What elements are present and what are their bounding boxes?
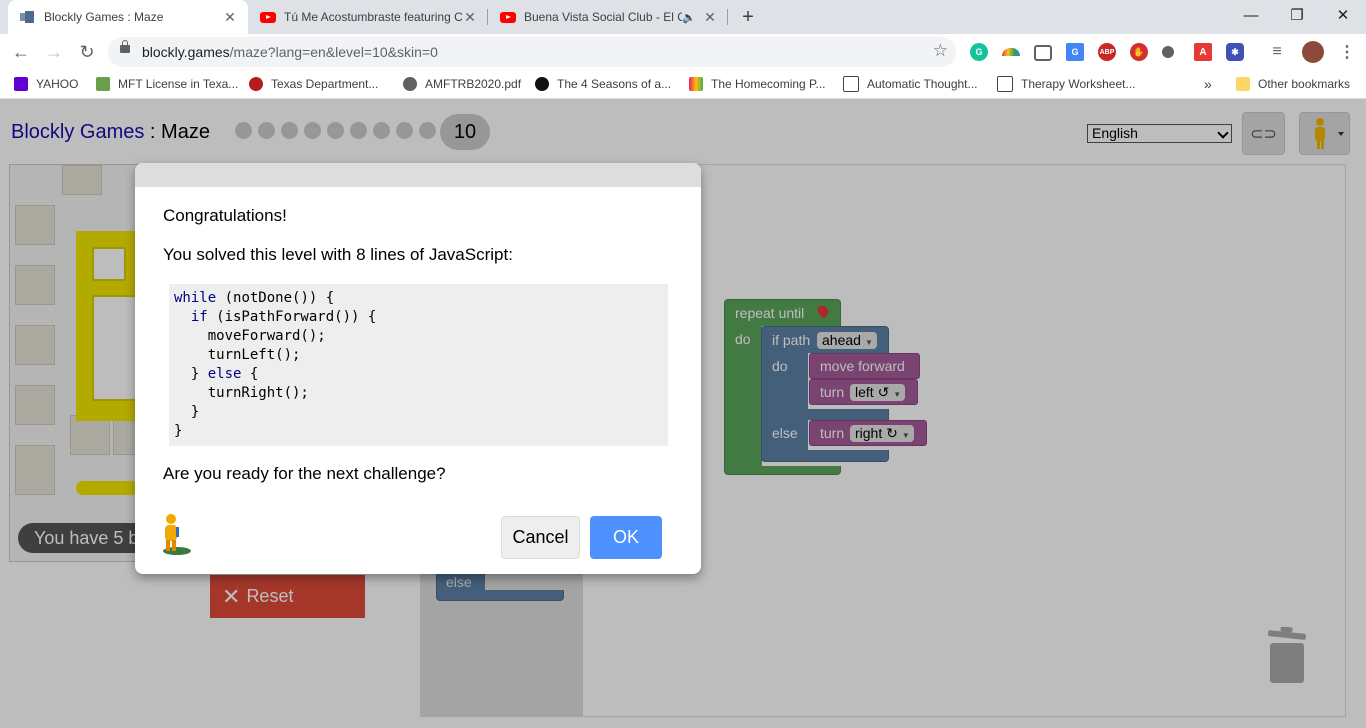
- address-bar[interactable]: blockly.games/maze?lang=en&level=10&skin…: [108, 37, 956, 67]
- bookmarks-overflow-button[interactable]: »: [1204, 75, 1212, 93]
- site-icon: [535, 77, 549, 91]
- yahoo-icon: [14, 77, 28, 91]
- bookmark-yahoo[interactable]: YAHOO: [14, 75, 78, 93]
- reload-button[interactable]: ↻: [73, 38, 101, 66]
- document-icon: [843, 76, 859, 92]
- close-tab-icon[interactable]: ✕: [702, 9, 718, 26]
- document-icon: [997, 76, 1013, 92]
- restore-button[interactable]: ❐: [1274, 0, 1320, 30]
- menu-icon[interactable]: ⋮: [1338, 43, 1356, 61]
- solved-message: You solved this level with 8 lines of Ja…: [163, 245, 513, 264]
- cancel-button[interactable]: Cancel: [501, 516, 580, 559]
- bookmark-mft-license[interactable]: MFT License in Texa...: [96, 75, 238, 93]
- youtube-icon: [500, 9, 516, 25]
- congratulations-dialog: Congratulations! You solved this level w…: [135, 163, 701, 574]
- tab-blockly-games[interactable]: Blockly Games : Maze ✕: [8, 0, 248, 34]
- code-line: if (isPathForward()) {: [190, 309, 377, 325]
- forward-button[interactable]: →: [40, 38, 68, 66]
- globe-icon: [403, 77, 417, 91]
- pegman-icon: [157, 513, 193, 557]
- tab-youtube-2[interactable]: Buena Vista Social Club - El C 🔈 ✕: [488, 0, 728, 34]
- podcast-icon: [689, 77, 703, 91]
- dialog-heading: Congratulations!: [163, 206, 287, 225]
- media-control-icon[interactable]: ≡: [1268, 43, 1286, 61]
- site-icon: [96, 77, 110, 91]
- bookmark-star-icon[interactable]: ☆: [933, 41, 948, 61]
- code-line: turnLeft();: [174, 347, 301, 363]
- code-line: }: [174, 423, 183, 439]
- other-bookmarks[interactable]: Other bookmarks: [1236, 75, 1350, 93]
- minimize-button[interactable]: —: [1228, 0, 1274, 30]
- adblock-icon[interactable]: ABP: [1098, 43, 1116, 61]
- bookmarks-bar: YAHOO MFT License in Texa... Texas Depar…: [0, 70, 1366, 99]
- translate-icon[interactable]: G: [1066, 43, 1084, 61]
- new-tab-button[interactable]: +: [736, 5, 760, 29]
- next-challenge-question: Are you ready for the next challenge?: [163, 464, 446, 483]
- pocket-icon[interactable]: [1034, 45, 1052, 61]
- bookmark-texas-department[interactable]: Texas Department...: [249, 75, 378, 93]
- lock-icon: [120, 40, 130, 53]
- bookmark-therapy-worksheet[interactable]: Therapy Worksheet...: [997, 75, 1136, 93]
- code-line: } else {: [174, 366, 259, 382]
- browser-toolbar: ← → ↻ blockly.games/maze?lang=en&level=1…: [0, 34, 1366, 70]
- dialog-header-bar: [135, 163, 701, 187]
- bookmark-amftrb-pdf[interactable]: AMFTRB2020.pdf: [403, 75, 521, 93]
- youtube-icon: [260, 9, 276, 25]
- close-window-button[interactable]: ✕: [1320, 0, 1366, 30]
- tab-separator: [727, 9, 728, 25]
- code-line: while (notDone()) {: [174, 290, 335, 306]
- speaker-icon[interactable]: 🔈: [682, 11, 696, 24]
- code-line: turnRight();: [174, 385, 309, 401]
- bookmark-four-seasons[interactable]: The 4 Seasons of a...: [535, 75, 671, 93]
- close-tab-icon[interactable]: ✕: [462, 9, 478, 26]
- back-button[interactable]: ←: [7, 38, 35, 66]
- puzzle-icon: [20, 9, 36, 25]
- rainbow-extension-icon[interactable]: [1002, 48, 1020, 56]
- javascript-code-block: while (notDone()) { if (isPathForward())…: [169, 284, 668, 446]
- tab-youtube-1[interactable]: Tú Me Acostumbraste featuring C ✕: [248, 0, 488, 34]
- tab-title: Blockly Games : Maze: [44, 10, 164, 24]
- code-line: moveForward();: [174, 328, 326, 344]
- bookmark-automatic-thought[interactable]: Automatic Thought...: [843, 75, 978, 93]
- avatar[interactable]: [1302, 41, 1324, 63]
- code-line: }: [174, 404, 200, 420]
- bookmark-homecoming[interactable]: The Homecoming P...: [689, 75, 826, 93]
- tab-title: Tú Me Acostumbraste featuring C: [284, 10, 462, 24]
- gear-extension-icon[interactable]: ✱: [1226, 43, 1244, 61]
- folder-icon: [1236, 77, 1250, 91]
- pdf-icon[interactable]: A: [1194, 43, 1212, 61]
- tab-title: Buena Vista Social Club - El C: [524, 10, 683, 24]
- url-text: blockly.games/maze?lang=en&level=10&skin…: [142, 44, 438, 60]
- close-tab-icon[interactable]: ✕: [222, 9, 238, 26]
- seal-icon: [249, 77, 263, 91]
- grammarly-icon[interactable]: G: [970, 43, 988, 61]
- circle-extension-icon[interactable]: [1162, 46, 1174, 58]
- stop-hand-icon[interactable]: ✋: [1130, 43, 1148, 61]
- ok-button[interactable]: OK: [590, 516, 662, 559]
- tab-strip: Blockly Games : Maze ✕ Tú Me Acostumbras…: [0, 0, 1366, 34]
